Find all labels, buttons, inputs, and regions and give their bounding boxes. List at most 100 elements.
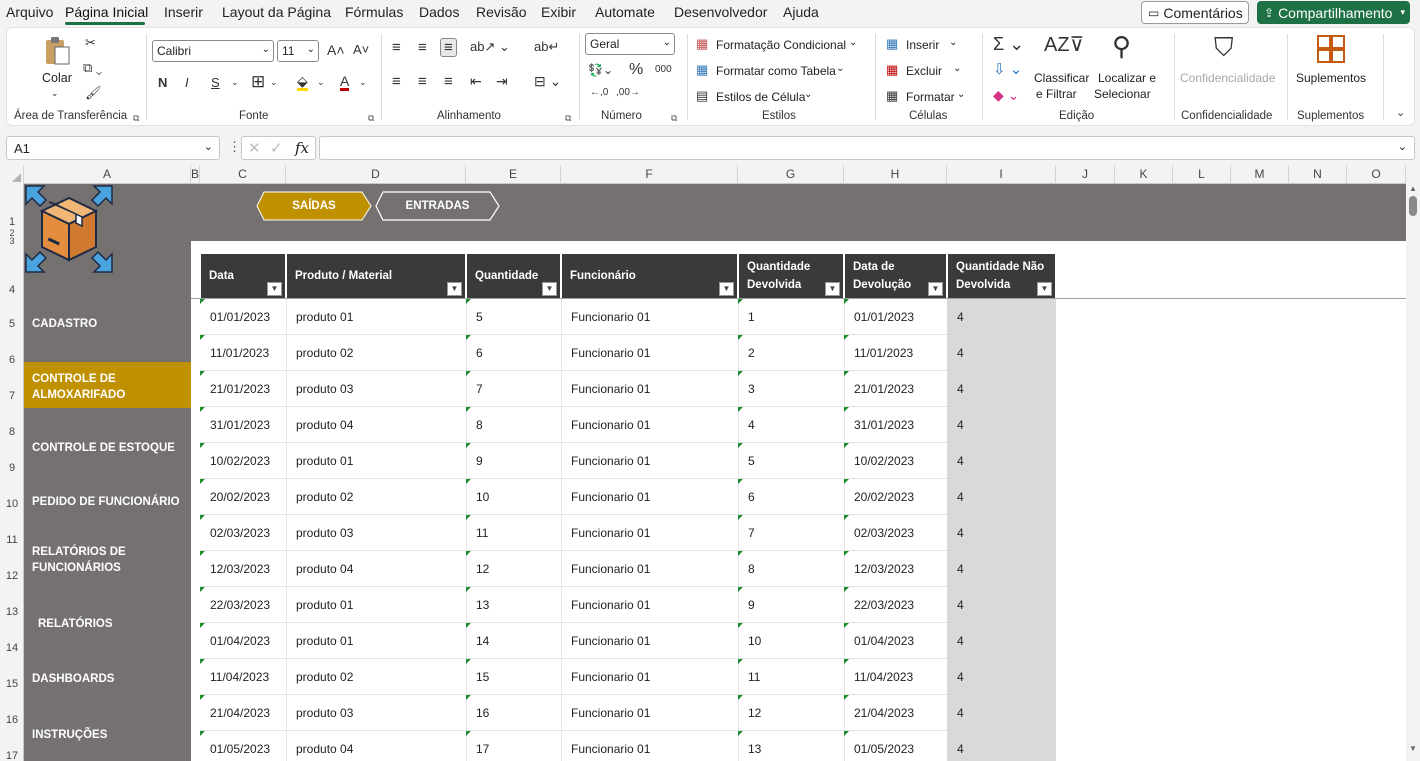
row-header[interactable]: 10 — [0, 498, 24, 510]
dialog-launcher-icon[interactable]: ⧉ — [133, 113, 139, 124]
menu-formulas[interactable]: Fórmulas — [345, 4, 403, 20]
cell-quantidade[interactable]: 14 — [466, 623, 561, 659]
row-header[interactable]: 4 — [0, 284, 24, 296]
cell-data-devolucao[interactable]: 21/01/2023 — [844, 371, 947, 407]
cell-quantidade-devolvida[interactable]: 1 — [738, 299, 844, 335]
menu-dados[interactable]: Dados — [419, 4, 459, 20]
cell-data[interactable]: 11/01/2023 — [200, 335, 286, 371]
menu-revisao[interactable]: Revisão — [476, 4, 527, 20]
cell-funcionario[interactable]: Funcionario 01 — [561, 731, 738, 761]
cell-quantidade[interactable]: 9 — [466, 443, 561, 479]
cell-quantidade-nao-devolvida[interactable]: 4 — [947, 623, 1056, 659]
sidebar-item-pedido-funcionario[interactable]: PEDIDO DE FUNCIONÁRIO — [32, 494, 192, 510]
chevron-down-icon[interactable]: ⌄ — [957, 89, 965, 100]
conditional-format-button[interactable]: Formatação Condicional — [716, 38, 846, 52]
menu-arquivo[interactable]: Arquivo — [6, 4, 53, 20]
align-center-icon[interactable]: ≡ — [418, 74, 427, 89]
cell-data-devolucao[interactable]: 02/03/2023 — [844, 515, 947, 551]
cell-quantidade[interactable]: 5 — [466, 299, 561, 335]
cell-funcionario[interactable]: Funcionario 01 — [561, 623, 738, 659]
bold-button[interactable]: N — [158, 76, 167, 89]
orientation-icon[interactable]: ab↗ ⌄ — [470, 40, 510, 53]
row-header[interactable]: 12 — [0, 570, 24, 582]
cell-produto[interactable]: produto 01 — [286, 623, 466, 659]
cell-quantidade-nao-devolvida[interactable]: 4 — [947, 443, 1056, 479]
chevron-down-icon[interactable]: ⌄ — [836, 63, 844, 74]
cell-quantidade-nao-devolvida[interactable]: 4 — [947, 731, 1056, 761]
cell-funcionario[interactable]: Funcionario 01 — [561, 407, 738, 443]
cell-quantidade-devolvida[interactable]: 6 — [738, 479, 844, 515]
percent-icon[interactable]: % — [629, 62, 643, 78]
column-header[interactable]: K — [1115, 165, 1173, 184]
cell-quantidade-nao-devolvida[interactable]: 4 — [947, 515, 1056, 551]
scroll-down-icon[interactable]: ▼ — [1409, 744, 1417, 753]
cell-data[interactable]: 02/03/2023 — [200, 515, 286, 551]
nav-saidas-button[interactable]: SAÍDAS — [256, 191, 372, 221]
cell-quantidade-devolvida[interactable]: 10 — [738, 623, 844, 659]
cancel-icon[interactable]: ✕ — [248, 139, 261, 157]
cell-data-devolucao[interactable]: 01/01/2023 — [844, 299, 947, 335]
column-header[interactable]: J — [1056, 165, 1115, 184]
cell-quantidade-devolvida[interactable]: 13 — [738, 731, 844, 761]
more-options-icon[interactable]: ⋮ — [228, 139, 241, 155]
cell-data[interactable]: 01/01/2023 — [200, 299, 286, 335]
row-header[interactable]: 3 — [0, 236, 24, 246]
currency-icon[interactable]: 💱⌄ — [588, 64, 613, 76]
cell-produto[interactable]: produto 04 — [286, 551, 466, 587]
filter-dropdown-icon[interactable]: ▼ — [447, 282, 462, 296]
cell-funcionario[interactable]: Funcionario 01 — [561, 695, 738, 731]
cell-data[interactable]: 31/01/2023 — [200, 407, 286, 443]
column-header[interactable]: B — [191, 165, 200, 184]
italic-button[interactable]: I — [185, 76, 189, 89]
filter-dropdown-icon[interactable]: ▼ — [825, 282, 840, 296]
cell-funcionario[interactable]: Funcionario 01 — [561, 551, 738, 587]
row-header[interactable]: 9 — [0, 462, 24, 474]
chevron-down-icon[interactable]: ⌄ — [949, 37, 957, 48]
cell-data-devolucao[interactable]: 10/02/2023 — [844, 443, 947, 479]
cell-data-devolucao[interactable]: 11/04/2023 — [844, 659, 947, 695]
row-header[interactable]: 15 — [0, 678, 24, 690]
cell-funcionario[interactable]: Funcionario 01 — [561, 335, 738, 371]
cell-data[interactable]: 22/03/2023 — [200, 587, 286, 623]
cell-data[interactable]: 10/02/2023 — [200, 443, 286, 479]
column-header[interactable]: E — [466, 165, 561, 184]
cell-data[interactable]: 01/05/2023 — [200, 731, 286, 761]
column-header[interactable]: N — [1289, 165, 1347, 184]
find-select-button-line2[interactable]: Selecionar — [1094, 87, 1151, 101]
cell-data-devolucao[interactable]: 20/02/2023 — [844, 479, 947, 515]
cell-quantidade[interactable]: 10 — [466, 479, 561, 515]
conditional-format-icon[interactable]: ▦ — [696, 37, 708, 50]
column-header[interactable]: L — [1173, 165, 1231, 184]
cell-quantidade-nao-devolvida[interactable]: 4 — [947, 335, 1056, 371]
cut-icon[interactable]: ✂ — [85, 36, 96, 49]
sort-filter-icon[interactable]: AZ⊽ — [1044, 35, 1084, 55]
chevron-down-icon[interactable]: ⌄ — [359, 78, 367, 87]
cell-produto[interactable]: produto 02 — [286, 659, 466, 695]
chevron-down-icon[interactable]: ⌄ — [804, 89, 812, 100]
vertical-scrollbar[interactable]: ▲ ▼ — [1406, 184, 1420, 761]
row-header[interactable]: 16 — [0, 714, 24, 726]
sidebar-item-controle-almoxarifado[interactable]: CONTROLE DE ALMOXARIFADO — [32, 371, 142, 403]
cell-quantidade-devolvida[interactable]: 11 — [738, 659, 844, 695]
cell-data-devolucao[interactable]: 21/04/2023 — [844, 695, 947, 731]
cell-funcionario[interactable]: Funcionario 01 — [561, 587, 738, 623]
column-header[interactable]: H — [844, 165, 947, 184]
dialog-launcher-icon[interactable]: ⧉ — [671, 113, 677, 124]
copy-icon[interactable]: ⧉ ⌄ — [83, 61, 102, 74]
addins-button[interactable]: Suplementos — [1296, 71, 1366, 85]
cell-quantidade[interactable]: 17 — [466, 731, 561, 761]
delete-cells-icon[interactable]: ▦ — [886, 63, 898, 76]
row-header[interactable]: 6 — [0, 354, 24, 366]
paste-button[interactable]: Colar — [42, 71, 72, 85]
format-cells-button[interactable]: Formatar — [906, 90, 955, 104]
row-header[interactable]: 14 — [0, 642, 24, 654]
cell-data[interactable]: 21/04/2023 — [200, 695, 286, 731]
dialog-launcher-icon[interactable]: ⧉ — [368, 113, 374, 124]
cell-funcionario[interactable]: Funcionario 01 — [561, 371, 738, 407]
increase-decimal-icon[interactable]: ←,0 — [590, 88, 608, 98]
cell-data[interactable]: 11/04/2023 — [200, 659, 286, 695]
clear-icon[interactable]: ◆ ⌄ — [993, 88, 1019, 102]
cell-quantidade-devolvida[interactable]: 2 — [738, 335, 844, 371]
format-table-button[interactable]: Formatar como Tabela — [716, 64, 836, 78]
chevron-down-icon[interactable]: ⌄ — [953, 63, 961, 74]
